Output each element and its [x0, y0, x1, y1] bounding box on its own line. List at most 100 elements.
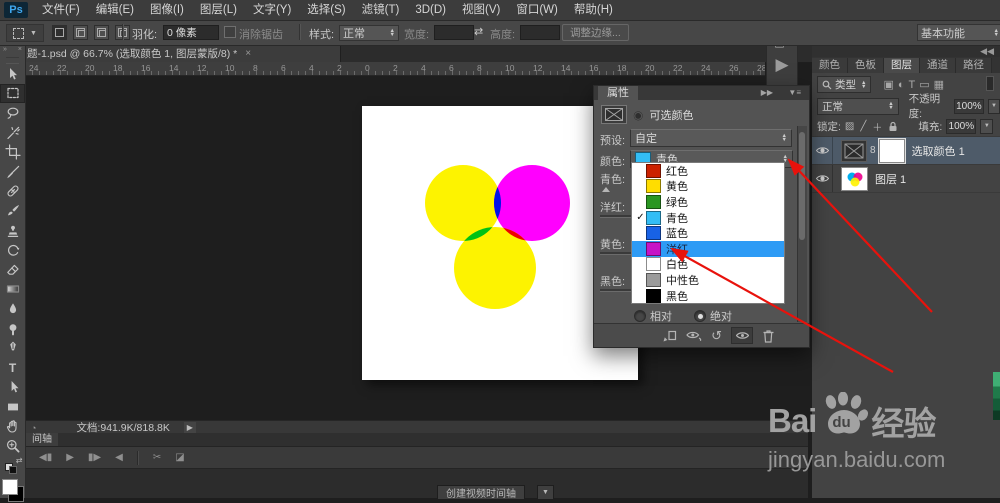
filter-type-dropdown[interactable]: 类型 ▲ ▼ — [817, 76, 872, 93]
color-option[interactable]: 青色 — [632, 210, 784, 226]
lock-position-icon[interactable]: ＋ — [872, 119, 882, 134]
history-brush-tool[interactable] — [0, 240, 25, 260]
lock-pixels-icon[interactable]: ╱ — [860, 121, 866, 132]
panel-tab[interactable]: 色板 — [848, 58, 884, 73]
lasso-tool[interactable] — [0, 103, 25, 123]
visibility-toggle[interactable] — [812, 165, 833, 192]
healing-brush-tool[interactable] — [0, 182, 25, 202]
menu-item[interactable]: 图层(L) — [192, 0, 245, 20]
timeline-tab[interactable]: 间轴 — [26, 433, 58, 446]
hand-tool[interactable] — [0, 417, 25, 437]
close-icon[interactable]: × — [18, 46, 22, 56]
feather-input[interactable]: 0 像素 — [163, 25, 219, 40]
scissors-icon[interactable]: ✂ — [153, 452, 161, 463]
opacity-slider-arrow-icon[interactable]: ▼ — [987, 98, 1000, 114]
panel-tab[interactable]: 图层 — [884, 58, 920, 73]
panel-tab[interactable]: 颜色 — [812, 58, 848, 73]
menu-item[interactable]: 帮助(H) — [566, 0, 621, 20]
close-icon[interactable]: × — [245, 48, 251, 59]
panel-tab[interactable]: 通道 — [920, 58, 956, 73]
blur-tool[interactable] — [0, 299, 25, 319]
layer-thumbnail[interactable] — [841, 166, 868, 191]
reset-icon[interactable]: ↺ — [711, 329, 722, 342]
properties-tab[interactable]: 属性 — [598, 86, 638, 100]
toggle-visibility-icon[interactable] — [686, 330, 702, 341]
brush-tool[interactable] — [0, 201, 25, 221]
prev-frame-icon[interactable]: ◀ — [115, 452, 123, 463]
menu-item[interactable]: 窗口(W) — [508, 0, 566, 20]
relative-radio[interactable]: 相对 — [634, 308, 672, 324]
tool-preset-picker[interactable]: ▼ — [6, 24, 44, 42]
menu-item[interactable]: 视图(V) — [454, 0, 508, 20]
clip-to-layer-icon[interactable] — [662, 329, 677, 343]
visibility-toggle[interactable] — [812, 137, 833, 164]
color-option[interactable]: 蓝色 — [632, 225, 784, 241]
slider-handle-icon[interactable] — [602, 187, 610, 192]
play-icon[interactable]: ▶ — [66, 452, 74, 463]
color-option[interactable]: 黄色 — [632, 179, 784, 195]
rectangle-tool[interactable] — [0, 397, 25, 417]
eyedropper-tool[interactable] — [0, 162, 25, 182]
delete-icon[interactable] — [762, 329, 775, 343]
slider-track[interactable] — [600, 215, 631, 218]
height-input[interactable] — [520, 25, 560, 40]
lock-transparency-icon[interactable]: ▨ — [845, 121, 854, 132]
layer-name[interactable]: 图层 1 — [875, 171, 906, 187]
refine-edge-button[interactable]: 调整边缘... — [562, 24, 629, 41]
opacity-value[interactable]: 100% — [953, 98, 984, 114]
filter-shape-icon[interactable]: ▭ — [919, 78, 929, 91]
color-option[interactable]: 白色 — [632, 257, 784, 273]
layer-row[interactable]: 图层 1 — [812, 164, 1000, 192]
collapse-icon[interactable]: » — [3, 46, 7, 56]
color-option[interactable]: 中性色 — [632, 272, 784, 288]
width-input[interactable] — [434, 25, 474, 40]
lock-all-icon[interactable] — [888, 121, 898, 132]
crop-tool[interactable] — [0, 142, 25, 162]
panel-tab[interactable]: 路径 — [956, 58, 992, 73]
slider-track[interactable] — [600, 252, 631, 255]
mask-link-icon[interactable]: 8 — [870, 145, 876, 156]
add-selection-button[interactable] — [73, 25, 89, 40]
menu-item[interactable]: 编辑(E) — [88, 0, 142, 20]
menu-item[interactable]: 3D(D) — [407, 0, 454, 20]
menu-item[interactable]: 文件(F) — [34, 0, 88, 20]
filter-adjustment-icon[interactable]: ◐ — [898, 79, 905, 91]
move-tool[interactable] — [0, 64, 25, 84]
preset-dropdown[interactable]: 自定 ▲ ▼ — [630, 129, 792, 147]
fill-value[interactable]: 100% — [946, 118, 977, 134]
path-selection-tool[interactable] — [0, 378, 25, 398]
subtract-selection-button[interactable] — [94, 25, 110, 40]
menu-item[interactable]: 文字(Y) — [245, 0, 299, 20]
swap-dimensions-icon[interactable]: ⇄ — [474, 25, 483, 38]
layer-mask-thumbnail[interactable] — [877, 137, 906, 164]
foreground-color-swatch[interactable] — [2, 479, 18, 496]
workspace-switcher[interactable]: 基本功能 ▲ ▼ — [917, 24, 1000, 41]
dodge-tool[interactable] — [0, 319, 25, 339]
chevrons-icon[interactable]: ▶▶ — [761, 88, 773, 97]
transition-icon[interactable]: ◪ — [175, 452, 184, 463]
next-frame-icon[interactable]: ▮▶ — [88, 452, 101, 463]
default-swap-colors-icon[interactable]: ⇄ — [0, 456, 25, 476]
new-selection-button[interactable] — [52, 25, 67, 40]
scrollbar-thumb[interactable] — [799, 132, 805, 240]
zoom-tool[interactable] — [0, 436, 25, 456]
first-frame-icon[interactable]: ◀▮ — [39, 452, 52, 463]
absolute-radio[interactable]: 绝对 — [694, 308, 732, 324]
visibility-pressed-button[interactable] — [731, 327, 753, 344]
rectangular-marquee-tool[interactable] — [0, 83, 25, 104]
gradient-tool[interactable] — [0, 280, 25, 300]
menu-item[interactable]: 图像(I) — [142, 0, 192, 20]
color-option[interactable]: 红色 — [632, 163, 784, 179]
filter-toggle[interactable] — [986, 76, 994, 91]
color-option[interactable]: 洋红 — [632, 240, 784, 257]
pen-tool[interactable] — [0, 338, 25, 358]
filter-pixel-icon[interactable]: ▣ — [883, 78, 893, 91]
eraser-tool[interactable] — [0, 260, 25, 280]
collapse-icon[interactable]: ◀◀ — [980, 46, 994, 57]
magic-wand-tool[interactable] — [0, 123, 25, 143]
document-tab[interactable]: 题-1.psd @ 66.7% (选取颜色 1, 图层蒙版/8) * × — [0, 45, 341, 62]
selective-color-adjustment-thumbnail[interactable] — [841, 139, 867, 162]
filter-type-icon[interactable]: T — [909, 79, 916, 91]
slider-track[interactable] — [600, 289, 631, 292]
style-dropdown[interactable]: 正常 ▲ ▼ — [339, 25, 399, 41]
